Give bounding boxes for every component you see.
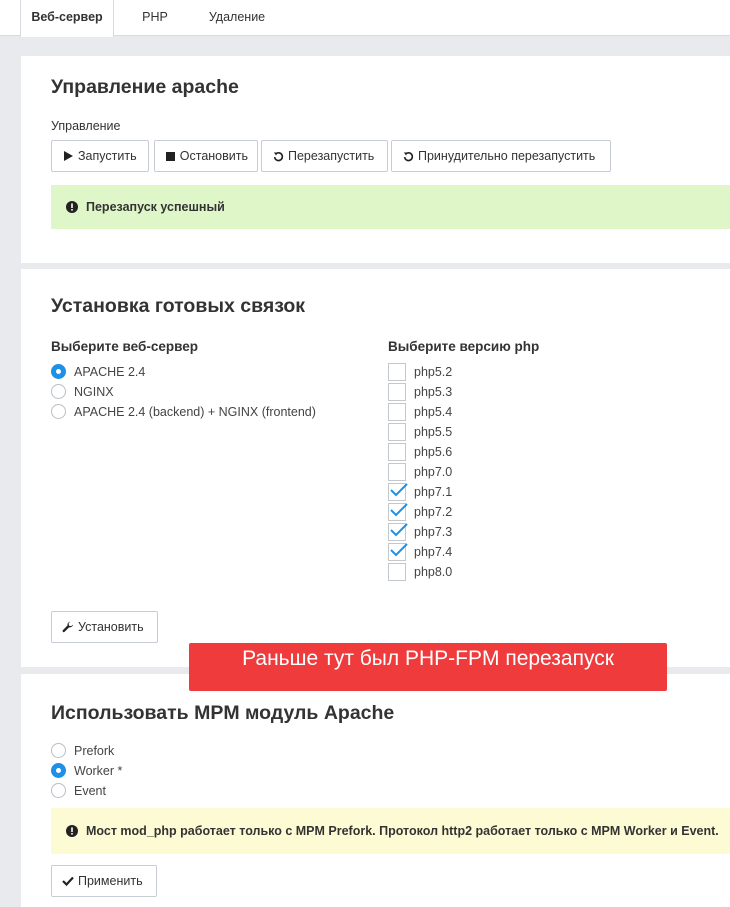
checkbox[interactable] bbox=[388, 483, 408, 501]
play-icon bbox=[61, 151, 75, 161]
option-label: php7.1 bbox=[414, 485, 453, 499]
checkbox[interactable] bbox=[388, 363, 406, 381]
stop-button-label: Остановить bbox=[179, 149, 248, 163]
php-option-5-6[interactable]: php5.6 bbox=[388, 443, 452, 461]
option-label: php7.0 bbox=[414, 465, 453, 479]
apply-button-label: Применить bbox=[78, 874, 143, 888]
wrench-icon bbox=[61, 621, 75, 633]
option-label: php5.4 bbox=[414, 405, 453, 419]
tab-removal[interactable]: Удаление bbox=[198, 0, 276, 36]
success-alert: Перезапуск успешный bbox=[51, 185, 730, 229]
control-section-label: Управление bbox=[51, 119, 121, 133]
php-option-7-1[interactable]: php7.1 bbox=[388, 483, 452, 501]
webserver-select-label: Выберите веб-сервер bbox=[51, 339, 198, 354]
force-restart-button-label: Принудительно перезапустить bbox=[418, 149, 596, 163]
php-option-7-3[interactable]: php7.3 bbox=[388, 523, 452, 541]
install-button[interactable]: Установить bbox=[51, 611, 158, 643]
exclamation-circle-icon bbox=[66, 825, 78, 837]
radio-button[interactable] bbox=[51, 783, 66, 798]
restart-icon bbox=[401, 151, 415, 162]
checkbox[interactable] bbox=[388, 423, 406, 441]
mpm-option-worker[interactable]: Worker * bbox=[51, 763, 122, 778]
force-restart-button[interactable]: Принудительно перезапустить bbox=[391, 140, 611, 172]
checkmark-icon bbox=[390, 503, 408, 517]
stop-button[interactable]: Остановить bbox=[154, 140, 258, 172]
php-option-5-3[interactable]: php5.3 bbox=[388, 383, 452, 401]
option-label: php5.3 bbox=[414, 385, 453, 399]
webserver-option-apache[interactable]: APACHE 2.4 bbox=[51, 364, 145, 379]
annotation-banner: Раньше тут был PHP-FPM перезапуск bbox=[189, 643, 667, 691]
option-label: NGINX bbox=[74, 384, 114, 399]
mpm-warning-text: Мост mod_php работает только с MPM Prefo… bbox=[86, 824, 719, 838]
mpm-warning-alert: Мост mod_php работает только с MPM Prefo… bbox=[51, 808, 730, 854]
option-label: php5.5 bbox=[414, 425, 453, 439]
tab-web-server[interactable]: Веб-сервер bbox=[20, 0, 114, 37]
checkbox[interactable] bbox=[388, 443, 406, 461]
checkbox[interactable] bbox=[388, 403, 406, 421]
radio-button[interactable] bbox=[51, 384, 66, 399]
checkmark-icon bbox=[390, 483, 408, 497]
exclamation-circle-icon bbox=[66, 201, 78, 213]
webserver-option-apache-nginx[interactable]: APACHE 2.4 (backend) + NGINX (frontend) bbox=[51, 404, 316, 419]
radio-button[interactable] bbox=[51, 404, 66, 419]
checkbox[interactable] bbox=[388, 543, 408, 561]
tab-php[interactable]: PHP bbox=[130, 0, 180, 36]
option-label: php7.4 bbox=[414, 545, 453, 559]
check-icon bbox=[61, 876, 75, 886]
checkbox[interactable] bbox=[388, 563, 406, 581]
apache-control-panel: Управление apache Управление Запустить О… bbox=[21, 56, 730, 263]
apache-control-title: Управление apache bbox=[51, 76, 239, 98]
radio-button[interactable] bbox=[51, 364, 66, 379]
php-option-5-5[interactable]: php5.5 bbox=[388, 423, 452, 441]
option-label: Event bbox=[74, 783, 106, 798]
php-option-5-2[interactable]: php5.2 bbox=[388, 363, 452, 381]
option-label: php7.2 bbox=[414, 505, 453, 519]
radio-button[interactable] bbox=[51, 743, 66, 758]
restart-button-label: Перезапустить bbox=[288, 149, 375, 163]
option-label: APACHE 2.4 (backend) + NGINX (frontend) bbox=[74, 404, 316, 419]
tab-label: Веб-сервер bbox=[31, 10, 103, 24]
start-button-label: Запустить bbox=[78, 149, 137, 163]
checkbox[interactable] bbox=[388, 523, 408, 541]
checkmark-icon bbox=[390, 523, 408, 537]
php-option-8-0[interactable]: php8.0 bbox=[388, 563, 452, 581]
mpm-option-event[interactable]: Event bbox=[51, 783, 106, 798]
option-label: php5.6 bbox=[414, 445, 453, 459]
option-label: php5.2 bbox=[414, 365, 453, 379]
mpm-option-prefork[interactable]: Prefork bbox=[51, 743, 114, 758]
option-label: Worker * bbox=[74, 763, 123, 778]
stop-icon bbox=[164, 151, 177, 161]
mpm-panel: Использовать MPM модуль Apache Prefork W… bbox=[21, 674, 730, 907]
checkbox[interactable] bbox=[388, 503, 408, 521]
tab-bar: Веб-сервер PHP Удаление bbox=[0, 0, 730, 37]
checkmark-icon bbox=[390, 543, 408, 557]
bundles-panel: Установка готовых связок Выберите веб-се… bbox=[21, 269, 730, 667]
start-button[interactable]: Запустить bbox=[51, 140, 149, 172]
bundles-title: Установка готовых связок bbox=[51, 295, 306, 317]
install-button-label: Установить bbox=[78, 620, 144, 634]
checkbox[interactable] bbox=[388, 383, 406, 401]
option-label: Prefork bbox=[74, 743, 115, 758]
mpm-title: Использовать MPM модуль Apache bbox=[51, 702, 395, 724]
php-option-7-2[interactable]: php7.2 bbox=[388, 503, 452, 521]
webserver-option-nginx[interactable]: NGINX bbox=[51, 384, 114, 399]
php-version-select-label: Выберите версию php bbox=[388, 339, 540, 354]
restart-button[interactable]: Перезапустить bbox=[261, 140, 388, 172]
option-label: php7.3 bbox=[414, 525, 453, 539]
option-label: APACHE 2.4 bbox=[74, 364, 146, 379]
success-message: Перезапуск успешный bbox=[86, 200, 225, 214]
apply-button[interactable]: Применить bbox=[51, 865, 157, 897]
radio-button[interactable] bbox=[51, 763, 66, 778]
tab-label: PHP bbox=[142, 10, 168, 24]
restart-icon bbox=[271, 151, 285, 162]
php-option-7-4[interactable]: php7.4 bbox=[388, 543, 452, 561]
tab-label: Удаление bbox=[208, 10, 266, 24]
php-option-7-0[interactable]: php7.0 bbox=[388, 463, 452, 481]
option-label: php8.0 bbox=[414, 565, 453, 579]
checkbox[interactable] bbox=[388, 463, 406, 481]
php-option-5-4[interactable]: php5.4 bbox=[388, 403, 452, 421]
